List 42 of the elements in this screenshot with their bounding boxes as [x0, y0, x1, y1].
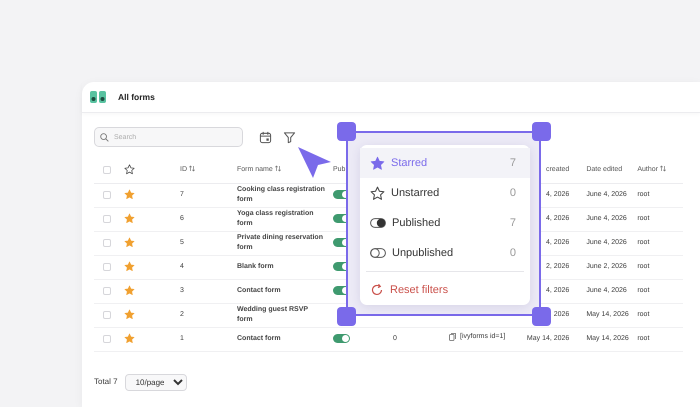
star-filled-icon[interactable] — [124, 189, 135, 200]
resize-handle[interactable] — [532, 122, 551, 141]
star-filled-icon[interactable] — [124, 261, 135, 272]
sort-icon[interactable] — [660, 165, 666, 172]
toggle-icon — [370, 248, 386, 258]
row-checkbox[interactable] — [103, 239, 111, 247]
row-checkbox[interactable] — [103, 335, 111, 343]
star-outline-icon — [370, 186, 385, 200]
search-icon — [100, 133, 109, 142]
toggle-icon — [370, 218, 386, 228]
sort-icon[interactable] — [189, 165, 195, 172]
star-filled-icon[interactable] — [124, 333, 135, 344]
publish-toggle[interactable] — [333, 334, 350, 343]
filter-option[interactable]: Unpublished 0 — [360, 238, 530, 268]
total-count: Total 7 — [94, 376, 118, 388]
resize-handle[interactable] — [532, 307, 551, 326]
star-filled-icon[interactable] — [124, 309, 135, 320]
reset-filters-button[interactable]: Reset filters — [360, 275, 530, 305]
star-outline-icon — [124, 164, 135, 175]
filter-option[interactable]: Starred 7 — [360, 148, 530, 178]
logo-icon — [90, 91, 106, 103]
resize-handle[interactable] — [337, 307, 356, 326]
sort-icon[interactable] — [274, 165, 281, 172]
row-checkbox[interactable] — [103, 287, 111, 295]
row-checkbox[interactable] — [103, 311, 111, 319]
cursor-arrow-icon — [296, 145, 332, 179]
star-filled-icon — [370, 156, 385, 170]
select-all-checkbox[interactable] — [103, 166, 111, 174]
page-title: All forms — [118, 90, 155, 104]
row-checkbox[interactable] — [103, 263, 111, 271]
calendar-icon — [258, 130, 272, 144]
resize-handle[interactable] — [337, 122, 356, 141]
star-filled-icon[interactable] — [124, 237, 135, 248]
filter-icon — [282, 130, 296, 144]
copy-icon[interactable] — [449, 333, 456, 342]
row-checkbox[interactable] — [103, 215, 111, 223]
star-filled-icon[interactable] — [124, 213, 135, 224]
filter-option[interactable]: Unstarred 0 — [360, 178, 530, 208]
row-checkbox[interactable] — [103, 191, 111, 199]
filter-option[interactable]: Published 7 — [360, 208, 530, 238]
star-filled-icon[interactable] — [124, 285, 135, 296]
reset-icon — [370, 283, 384, 297]
